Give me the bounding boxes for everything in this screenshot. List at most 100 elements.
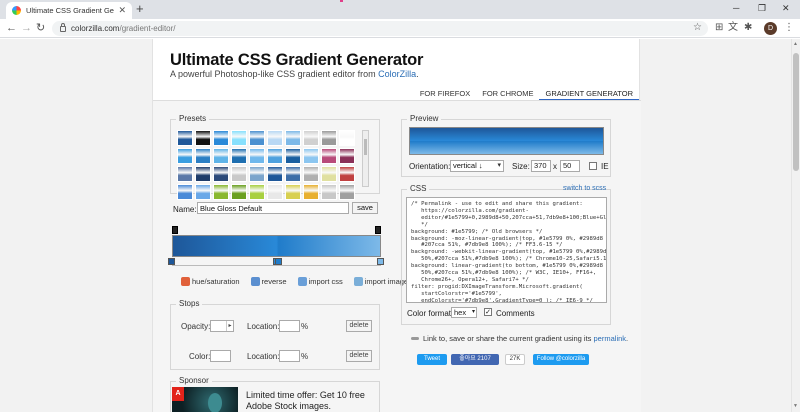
follow-colorzilla-button[interactable]: Follow @colorzilla — [533, 354, 589, 365]
hue-tool[interactable]: hue/saturation — [181, 277, 240, 286]
delete-opacity-stop-button[interactable]: delete — [346, 320, 372, 332]
presets-scrollbar[interactable] — [362, 130, 369, 187]
preset-swatch[interactable] — [267, 148, 283, 164]
preset-swatch[interactable] — [213, 130, 229, 146]
preview-width-input[interactable]: 370 — [531, 160, 551, 172]
permalink-link[interactable]: permalink — [594, 334, 627, 343]
preset-swatch[interactable] — [231, 184, 247, 200]
preset-swatch[interactable] — [303, 166, 319, 182]
preset-swatch[interactable] — [213, 184, 229, 200]
preset-swatch[interactable] — [339, 130, 355, 146]
preview-height-input[interactable]: 50 — [560, 160, 580, 172]
color-stop-marker[interactable] — [168, 258, 175, 265]
opacity-input[interactable] — [210, 320, 234, 332]
maximize-icon[interactable]: ❐ — [758, 3, 766, 14]
preset-swatch[interactable] — [249, 130, 265, 146]
preset-swatch[interactable] — [213, 148, 229, 164]
sponsor-image[interactable]: A — [172, 387, 238, 412]
delete-color-stop-button[interactable]: delete — [346, 350, 372, 362]
color-location-input[interactable] — [279, 350, 300, 362]
url-text: colorzilla.com/gradient-editor/ — [71, 24, 176, 33]
sponsor-text[interactable]: Limited time offer: Get 10 free Adobe St… — [246, 390, 376, 412]
save-button[interactable]: save — [352, 202, 378, 214]
forward-icon[interactable]: → — [21, 22, 32, 34]
color-stop-marker[interactable] — [274, 258, 282, 265]
preset-swatch[interactable] — [249, 148, 265, 164]
import-css-tool[interactable]: import css — [297, 277, 343, 286]
reverse-tool[interactable]: reverse — [250, 277, 287, 286]
preset-swatch[interactable] — [231, 148, 247, 164]
preset-swatch[interactable] — [321, 148, 337, 164]
tweet-button[interactable]: Tweet — [417, 354, 447, 365]
share-count: 27K — [505, 354, 525, 365]
preset-swatch[interactable] — [213, 166, 229, 182]
page-scrollbar[interactable]: ▲ ▼ — [791, 39, 800, 412]
gradient-tools: hue/saturation reverse import css import im… — [181, 277, 408, 286]
css-code-textarea[interactable]: /* Permalink - use to edit and share thi… — [406, 197, 607, 303]
preset-swatch[interactable] — [267, 166, 283, 182]
extension-icon[interactable]: ⊞ — [715, 22, 723, 34]
color-stop-marker[interactable] — [377, 258, 384, 265]
preset-swatch[interactable] — [285, 166, 301, 182]
import-image-tool[interactable]: import image — [353, 277, 408, 286]
gradient-bar[interactable] — [172, 235, 381, 257]
close-window-icon[interactable]: ✕ — [782, 3, 790, 14]
facebook-like-button[interactable]: 좋아요 2107 — [451, 354, 499, 365]
preset-swatch[interactable] — [339, 184, 355, 200]
color-input[interactable] — [210, 350, 231, 362]
scroll-down-icon[interactable]: ▼ — [793, 403, 798, 409]
preset-swatch[interactable] — [177, 166, 193, 182]
preset-swatch[interactable] — [267, 184, 283, 200]
bookmark-star-icon[interactable]: ☆ — [693, 22, 702, 33]
preset-swatch[interactable] — [339, 166, 355, 182]
preset-swatch[interactable] — [195, 166, 211, 182]
css-legend: CSS — [407, 184, 430, 193]
preset-swatch[interactable] — [267, 130, 283, 146]
preset-swatch[interactable] — [177, 148, 193, 164]
address-bar[interactable]: colorzilla.com/gradient-editor/ ☆ — [52, 21, 708, 36]
gradient-name-input[interactable] — [197, 202, 349, 214]
preset-swatch[interactable] — [339, 148, 355, 164]
preset-swatch[interactable] — [195, 184, 211, 200]
preset-swatch[interactable] — [303, 148, 319, 164]
puzzle-icon[interactable]: ✱ — [744, 22, 752, 34]
scroll-up-icon[interactable]: ▲ — [793, 41, 798, 47]
preset-swatch[interactable] — [177, 184, 193, 200]
new-tab-icon[interactable]: + — [136, 2, 144, 16]
profile-avatar[interactable]: D — [764, 22, 777, 35]
preset-swatch[interactable] — [321, 184, 337, 200]
ie-checkbox[interactable] — [589, 162, 597, 170]
tool-label: hue/saturation — [192, 277, 240, 286]
preset-swatch[interactable] — [249, 166, 265, 182]
preset-swatch[interactable] — [321, 130, 337, 146]
color-format-select[interactable]: hex — [451, 307, 477, 318]
preset-swatch[interactable] — [285, 148, 301, 164]
close-tab-icon[interactable]: ✕ — [118, 6, 126, 15]
browser-tab[interactable]: Ultimate CSS Gradient Generat ✕ — [6, 2, 132, 19]
preset-swatch[interactable] — [321, 166, 337, 182]
preset-swatch[interactable] — [195, 130, 211, 146]
scrollbar-thumb[interactable] — [793, 53, 799, 171]
colorzilla-link[interactable]: ColorZilla — [378, 69, 416, 79]
preset-swatch[interactable] — [195, 148, 211, 164]
opacity-stop-right[interactable] — [375, 226, 381, 234]
switch-to-scss-link[interactable]: switch to scss — [563, 185, 606, 192]
preset-swatch[interactable] — [177, 130, 193, 146]
preset-swatch[interactable] — [285, 130, 301, 146]
preset-swatch[interactable] — [249, 184, 265, 200]
preset-swatch[interactable] — [285, 184, 301, 200]
presets-grid — [177, 130, 361, 200]
preset-swatch[interactable] — [231, 166, 247, 182]
opacity-stop-left[interactable] — [172, 226, 178, 234]
back-icon[interactable]: ← — [6, 22, 17, 34]
chrome-menu-icon[interactable]: ⋮ — [784, 22, 794, 34]
reload-icon[interactable]: ↻ — [36, 22, 45, 34]
minimize-icon[interactable]: ─ — [733, 3, 739, 13]
comments-checkbox[interactable]: ✓ — [484, 308, 492, 316]
orientation-select[interactable]: vertical ↓ — [450, 160, 504, 172]
preset-swatch[interactable] — [231, 130, 247, 146]
preset-swatch[interactable] — [303, 130, 319, 146]
preset-swatch[interactable] — [303, 184, 319, 200]
opacity-location-input[interactable] — [279, 320, 300, 332]
translate-icon[interactable]: 文 — [728, 22, 738, 34]
